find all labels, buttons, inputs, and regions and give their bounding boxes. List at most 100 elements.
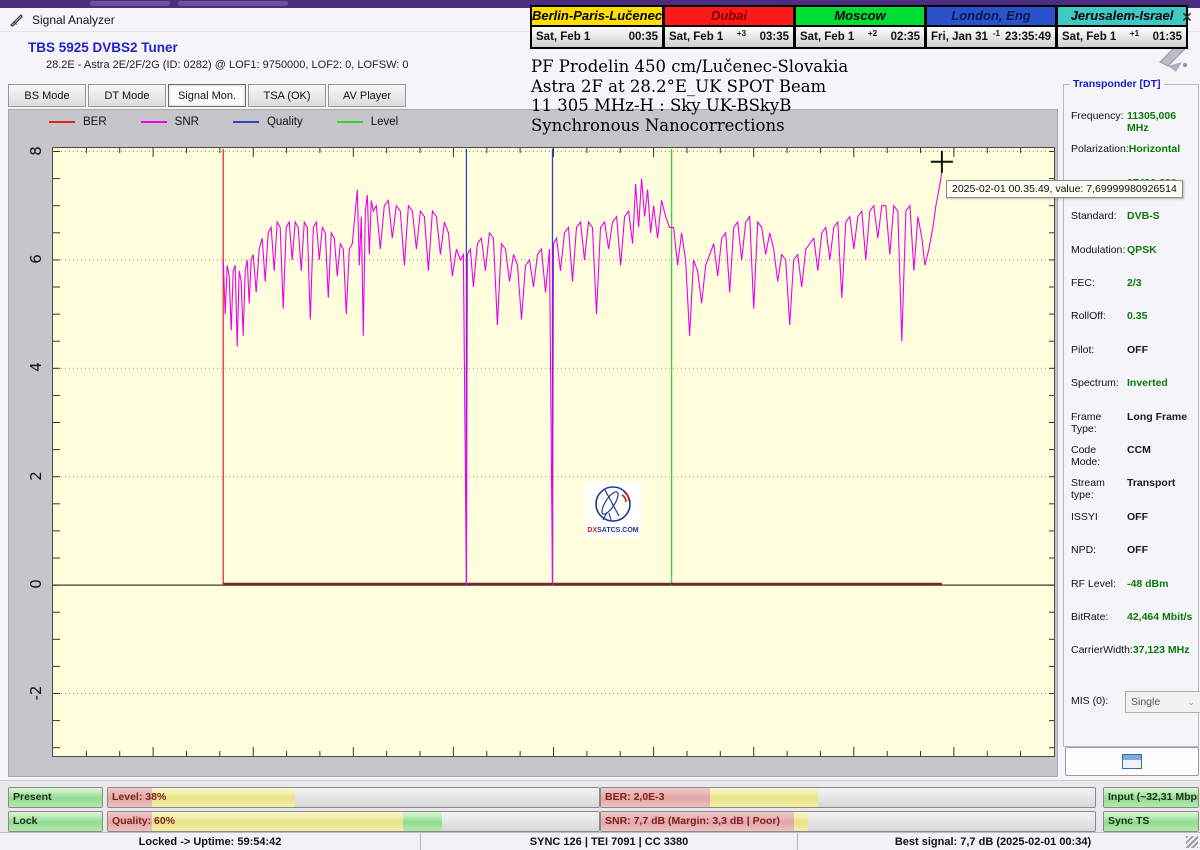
transponder-row: Modulation: QPSK (1071, 244, 1193, 258)
transponder-row-value: OFF (1127, 343, 1148, 356)
transponder-row-label: Stream type: (1071, 477, 1105, 502)
clock-city-label: Dubai (665, 7, 793, 27)
annotation-line: 11 305 MHz-H : Sky UK-BSkyB (531, 96, 792, 115)
y-tick-label: 6 (27, 254, 45, 264)
quality-bar: Quality: 60% (107, 811, 600, 832)
transponder-row-label: RF Level: (1071, 577, 1116, 590)
transponder-row: Polarization: Horizontal (1071, 143, 1193, 157)
transponder-row: ISSYI OFF (1071, 511, 1193, 525)
transponder-row-label: Modulation: (1071, 243, 1126, 256)
transponder-row-value: 0.35 (1127, 310, 1148, 323)
clock-date: Sat, Feb 1 (536, 31, 591, 43)
transponder-row: Standard: DVB-S (1071, 210, 1193, 224)
transponder-row: Pilot: OFF (1071, 344, 1193, 358)
mis-label: MIS (0): (1071, 695, 1109, 707)
close-icon[interactable]: ✕ (1178, 8, 1196, 26)
clock-date: Sat, Feb 1 (1062, 31, 1117, 43)
clock-time: 03:35 (759, 31, 789, 43)
clock-time: 01:35 (1152, 31, 1182, 43)
legend-item-snr: SNR (140, 116, 199, 128)
clock-city-label: London, Eng (927, 7, 1055, 27)
transponder-row: Frequency: 11305,006 MHz (1071, 110, 1193, 134)
clock-cell: Berlin-Paris-Lučenec Sat, Feb 1 00:35 (530, 5, 664, 49)
clock-cell: Dubai Sat, Feb 1 +3 03:35 (664, 5, 795, 49)
chart-tooltip: 2025-02-01 00.35.49, value: 7,6999998092… (946, 180, 1183, 198)
window-title: Signal Analyzer (32, 12, 115, 27)
signal-analyzer-window: Signal Analyzer Berlin-Paris-Lučenec Sat… (0, 0, 1200, 850)
clock-time: 23:35:49 (1004, 31, 1051, 43)
legend-swatch (49, 121, 75, 123)
lock-indicator: Lock (8, 811, 103, 832)
legend-swatch (140, 121, 167, 123)
legend-swatch (336, 121, 363, 123)
bar-label: Present (13, 791, 52, 803)
transponder-row-label: Spectrum: (1071, 377, 1119, 390)
background-tab (178, 1, 288, 6)
sync-ts-indicator: Sync TS (1103, 811, 1199, 832)
signal-chart-plot[interactable]: DXSATCS.COM (52, 147, 1055, 757)
transponder-row-value: CCM (1127, 444, 1151, 456)
dxsatcs-logo: DXSATCS.COM (585, 482, 641, 538)
status-best-signal: Best signal: 7,7 dB (2025-02-01 00:34) (894, 836, 1092, 848)
annotation-line: PF Prodelin 450 cm/Lučenec-Slovakia (531, 57, 849, 76)
clock-time: 02:35 (890, 31, 920, 43)
transponder-row: RF Level: -48 dBm (1071, 578, 1193, 592)
annotation-line: Astra 2F at 28.2°E_UK SPOT Beam (531, 76, 827, 96)
ber-bar: BER: 2,0E-3 (600, 787, 1096, 808)
transponder-row: Stream type: Transport (1071, 477, 1193, 502)
transponder-row-value: Horizontal (1128, 143, 1181, 156)
bar-label: Sync TS (1108, 815, 1150, 827)
mis-dropdown[interactable]: Single ⌄ (1125, 691, 1200, 713)
transponder-row-label: Pilot: (1071, 343, 1095, 356)
bar-label: Quality: 60% (112, 815, 176, 827)
bar-peak-segment (402, 812, 442, 831)
transponder-group-title: Transponder [DT] (1070, 78, 1164, 90)
background-tab (90, 1, 170, 6)
legend-label: BER (83, 116, 107, 128)
transponder-row: Frame Type: Long Frame (1071, 410, 1193, 435)
mode-button-tsa-ok-[interactable]: TSA (OK) (248, 84, 326, 107)
mode-button-dt-mode[interactable]: DT Mode (88, 84, 166, 107)
transponder-row-label: RollOff: (1071, 310, 1106, 323)
clock-utc-offset: +2 (867, 28, 878, 38)
y-tick-label: 4 (27, 362, 45, 373)
transponder-row: CarrierWidth: 37,123 MHz (1071, 644, 1193, 658)
transponder-row-value: 11305,006 MHz (1127, 110, 1177, 134)
transponder-row: RollOff: 0.35 (1071, 310, 1193, 324)
y-tick-label: -2 (27, 685, 45, 700)
mode-button-signal-mon-[interactable]: Signal Mon. (168, 84, 246, 107)
snr-bar: SNR: 7,7 dB (Margin: 3,3 dB | Poor) (600, 811, 1096, 832)
clock-utc-offset: -1 (992, 28, 1000, 38)
y-tick-label: 8 (27, 145, 45, 156)
transponder-row-value: Long Frame (1127, 410, 1188, 423)
y-tick-label: 0 (27, 579, 45, 589)
transponder-row-label: BitRate: (1071, 611, 1109, 623)
transport-list-button[interactable] (1065, 747, 1199, 776)
resize-grip[interactable] (1186, 836, 1198, 848)
transponder-row: Code Mode: CCM (1071, 444, 1193, 468)
status-uptime: Locked -> Uptime: 59:54:42 (0, 833, 421, 850)
logo-satcs-text: SATCS.COM (597, 527, 639, 534)
tuner-subtitle: 28.2E - Astra 2E/2F/2G (ID: 0282) @ LOF1… (46, 59, 409, 71)
clock-time: 00:35 (628, 31, 658, 43)
mode-button-bs-mode[interactable]: BS Mode (8, 84, 86, 107)
clock-cell: London, Eng Fri, Jan 31 -1 23:35:49 (926, 5, 1057, 49)
mode-button-av-player[interactable]: AV Player (328, 84, 406, 107)
transponder-row-value: OFF (1127, 510, 1148, 523)
transponder-row-label: NPD: (1071, 544, 1097, 557)
transponder-row-value: Inverted (1127, 377, 1168, 390)
transponder-row-label: Frame Type: (1071, 410, 1102, 435)
bar-label: SNR: 7,7 dB (Margin: 3,3 dB | Poor) (605, 815, 781, 827)
transponder-row: BitRate: 42,464 Mbit/s (1071, 611, 1193, 625)
input-rate-indicator: Input (~32,31 Mbps) (1103, 787, 1199, 808)
transponder-row-value: DVB-S (1127, 210, 1160, 223)
bar-label: BER: 2,0E-3 (605, 791, 665, 803)
transponder-row-label: Code Mode: (1071, 444, 1101, 468)
level-bar: Level: 38% (107, 787, 600, 808)
clock-cell: Moscow Sat, Feb 1 +2 02:35 (795, 5, 926, 49)
bar-label: Lock (13, 815, 38, 827)
svg-text:DXSATCS.COM: DXSATCS.COM (587, 527, 638, 534)
bar-label: Input (~32,31 Mbps) (1108, 791, 1199, 803)
transponder-row-value: Transport (1127, 477, 1176, 490)
transponder-row-value: 37,123 MHz (1132, 644, 1190, 657)
